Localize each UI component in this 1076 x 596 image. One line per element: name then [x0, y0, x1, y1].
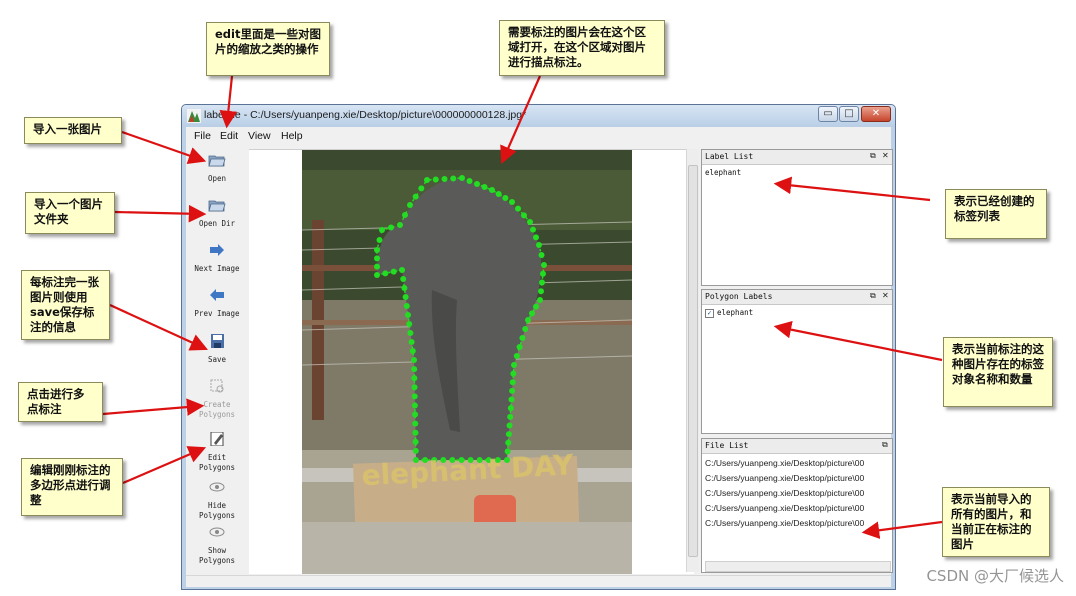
callout-create-polygons: 点击进行多点标注 — [18, 382, 103, 422]
callout-canvas: 需要标注的图片会在这个区域打开，在这个区域对图片进行描点标注。 — [499, 20, 665, 76]
callout-open-dir: 导入一个图片文件夹 — [25, 192, 115, 234]
annotation-arrows — [102, 75, 943, 540]
callout-edit-menu: edit里面是一些对图片的缩放之类的操作 — [206, 22, 330, 76]
callout-file-list: 表示当前导入的所有的图片，和当前正在标注的图片 — [942, 487, 1050, 557]
callout-save: 每标注完一张图片则使用save保存标注的信息 — [21, 270, 110, 340]
callout-open: 导入一张图片 — [24, 117, 122, 144]
callout-edit-polygons: 编辑刚刚标注的多边形点进行调整 — [21, 458, 123, 516]
callout-label-list: 表示已经创建的标签列表 — [945, 189, 1047, 239]
callout-polygon-labels: 表示当前标注的这种图片存在的标签对象名称和数量 — [943, 337, 1053, 407]
watermark: CSDN @大厂候选人 — [926, 567, 1064, 585]
